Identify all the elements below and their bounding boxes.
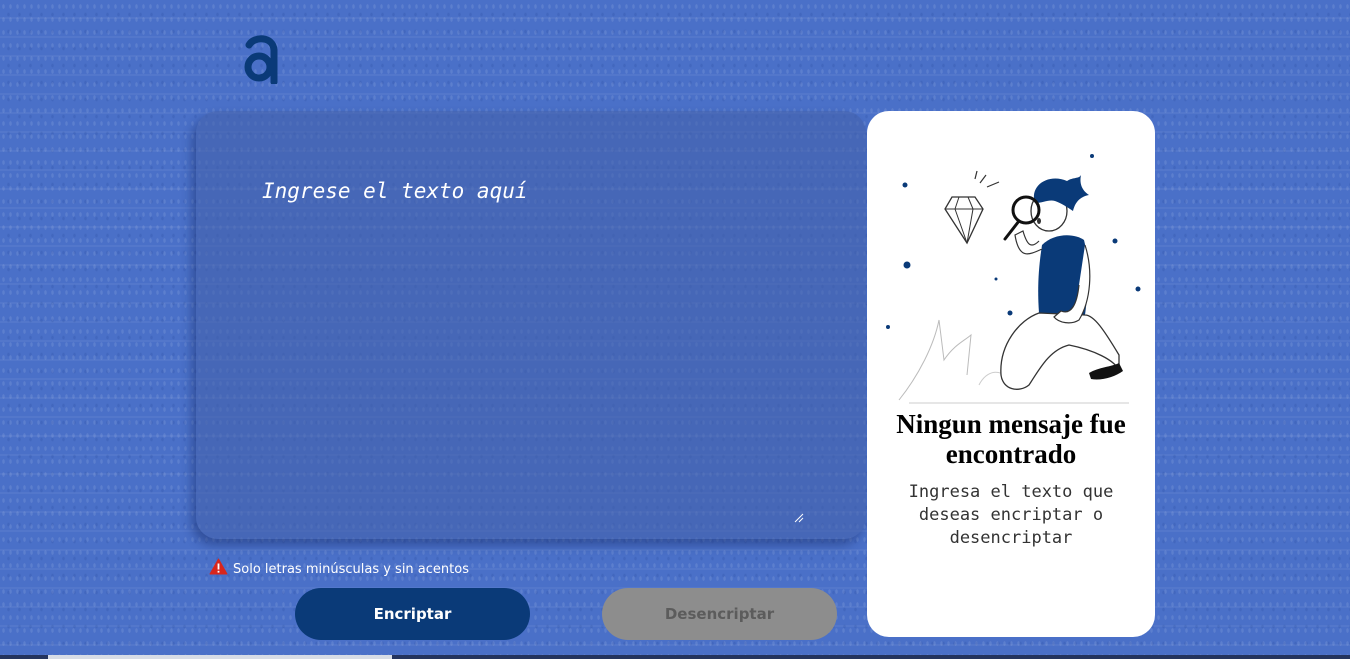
- warning-triangle-icon: [209, 558, 228, 575]
- result-card: Ningun mensaje fue encontrado Ingresa el…: [867, 111, 1155, 637]
- horizontal-scrollbar-thumb[interactable]: [48, 655, 392, 659]
- result-title: Ningun mensaje fue encontrado: [896, 409, 1126, 469]
- encrypt-button[interactable]: Encriptar: [295, 588, 530, 640]
- result-message: Ingresa el texto que deseas encriptar o …: [908, 482, 1114, 548]
- hint-text: Solo letras minúsculas y sin acentos: [233, 562, 469, 577]
- text-input-panel: [196, 111, 866, 539]
- alura-logo-icon: [244, 35, 278, 84]
- person-magnifying-glass-diamond-illustration: [886, 154, 1141, 404]
- input-hint: Solo letras minúsculas y sin acentos: [209, 556, 469, 577]
- resize-handle-icon[interactable]: [794, 513, 804, 523]
- text-input[interactable]: [260, 177, 824, 501]
- decrypt-button[interactable]: Desencriptar: [602, 588, 837, 640]
